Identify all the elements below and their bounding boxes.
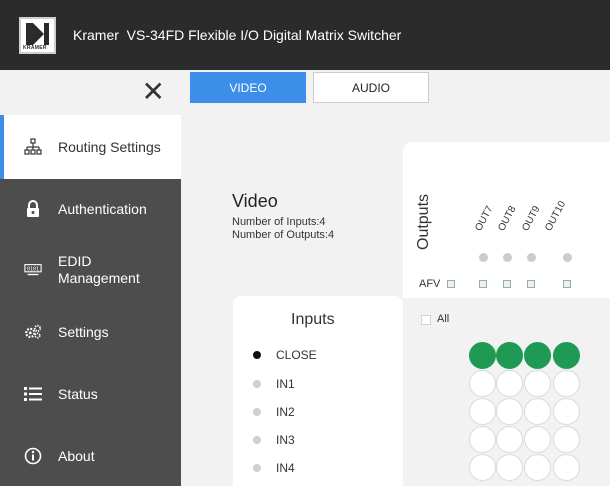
video-heading: Video <box>232 191 278 211</box>
matrix-cell-in2-out8[interactable] <box>496 398 523 425</box>
matrix-cell-in4-out7[interactable] <box>469 454 496 481</box>
input-label-in3[interactable]: IN3 <box>276 433 295 447</box>
sidebar-close-area: ✕ <box>0 70 181 115</box>
sidebar: ✕ Routing Settings Authentication 0101 E… <box>0 70 181 486</box>
input-label-in4[interactable]: IN4 <box>276 461 295 475</box>
matrix-cell-in2-out10[interactable] <box>553 398 580 425</box>
matrix-cell-in2-out7[interactable] <box>469 398 496 425</box>
matrix-cell-in3-out8[interactable] <box>496 426 523 453</box>
sitemap-icon <box>24 138 42 156</box>
matrix-cell-close-out10[interactable] <box>553 342 580 369</box>
all-checkbox[interactable] <box>421 315 431 325</box>
app-header: KRAMER Kramer VS-34FD Flexible I/O Digit… <box>0 0 610 70</box>
input-radio-in3[interactable] <box>253 436 261 444</box>
sidebar-item-status[interactable]: Status <box>0 363 181 425</box>
sidebar-item-label: Routing Settings <box>58 139 161 155</box>
app-title: Kramer VS-34FD Flexible I/O Digital Matr… <box>73 27 402 43</box>
sidebar-item-label: EDID Management <box>58 253 140 287</box>
output-indicator <box>527 253 536 262</box>
number-of-inputs: Number of Inputs:4 <box>232 216 326 228</box>
svg-text:0101: 0101 <box>27 266 39 272</box>
matrix-cell-in1-out8[interactable] <box>496 370 523 397</box>
sidebar-item-routing-settings[interactable]: Routing Settings <box>0 115 181 179</box>
matrix-cell-in1-out9[interactable] <box>524 370 551 397</box>
output-indicator <box>503 253 512 262</box>
kramer-k-mark <box>26 22 49 45</box>
input-label-in2[interactable]: IN2 <box>276 405 295 419</box>
matrix-cell-in3-out9[interactable] <box>524 426 551 453</box>
sidebar-item-authentication[interactable]: Authentication <box>0 179 181 239</box>
input-radio-in4[interactable] <box>253 464 261 472</box>
tab-video[interactable]: VIDEO <box>190 72 306 103</box>
inputs-title: Inputs <box>291 311 335 328</box>
matrix-cell-in4-out8[interactable] <box>496 454 523 481</box>
all-label: All <box>437 313 450 325</box>
sidebar-item-about[interactable]: About <box>0 425 181 486</box>
outputs-label: Outputs <box>415 193 432 250</box>
edid-label-line2: Management <box>58 270 140 286</box>
matrix-cell-close-out9[interactable] <box>524 342 551 369</box>
afv-all-checkbox[interactable] <box>447 280 455 288</box>
tab-audio[interactable]: AUDIO <box>313 72 429 103</box>
matrix-cell-in3-out7[interactable] <box>469 426 496 453</box>
list-icon <box>24 385 42 403</box>
afv-checkbox-out10[interactable] <box>563 280 571 288</box>
sidebar-item-label: Settings <box>58 324 109 340</box>
number-of-outputs: Number of Outputs:4 <box>232 229 335 241</box>
output-indicator <box>563 253 572 262</box>
matrix-cell-in4-out10[interactable] <box>553 454 580 481</box>
afv-checkbox-out7[interactable] <box>479 280 487 288</box>
edid-label-line1: EDID <box>58 253 92 269</box>
matrix-cell-close-out7[interactable] <box>469 342 496 369</box>
close-icon[interactable]: ✕ <box>142 78 165 106</box>
sidebar-item-label: Status <box>58 386 98 402</box>
input-label-in1[interactable]: IN1 <box>276 377 295 391</box>
matrix-cell-in2-out9[interactable] <box>524 398 551 425</box>
output-indicator <box>479 253 488 262</box>
matrix-cell-in1-out10[interactable] <box>553 370 580 397</box>
matrix-cell-in1-out7[interactable] <box>469 370 496 397</box>
sidebar-item-label: About <box>58 447 95 464</box>
afv-checkbox-out9[interactable] <box>527 280 535 288</box>
gears-icon <box>24 323 42 341</box>
matrix-cell-in3-out10[interactable] <box>553 426 580 453</box>
input-radio-in2[interactable] <box>253 408 261 416</box>
matrix-cell-in4-out9[interactable] <box>524 454 551 481</box>
input-label-close[interactable]: CLOSE <box>276 348 317 362</box>
matrix-cell-close-out8[interactable] <box>496 342 523 369</box>
logo-text: KRAMER <box>23 44 47 51</box>
sidebar-item-edid-management[interactable]: 0101 EDID Management <box>0 239 181 301</box>
afv-checkbox-out8[interactable] <box>503 280 511 288</box>
sidebar-item-label: Authentication <box>58 201 147 217</box>
kramer-logo: KRAMER <box>19 16 56 54</box>
info-icon <box>24 447 42 465</box>
lock-icon <box>24 200 42 218</box>
input-radio-in1[interactable] <box>253 380 261 388</box>
edid-icon: 0101 <box>24 261 42 279</box>
sidebar-item-settings[interactable]: Settings <box>0 301 181 363</box>
input-radio-close[interactable] <box>253 351 261 359</box>
afv-label: AFV <box>419 278 441 290</box>
